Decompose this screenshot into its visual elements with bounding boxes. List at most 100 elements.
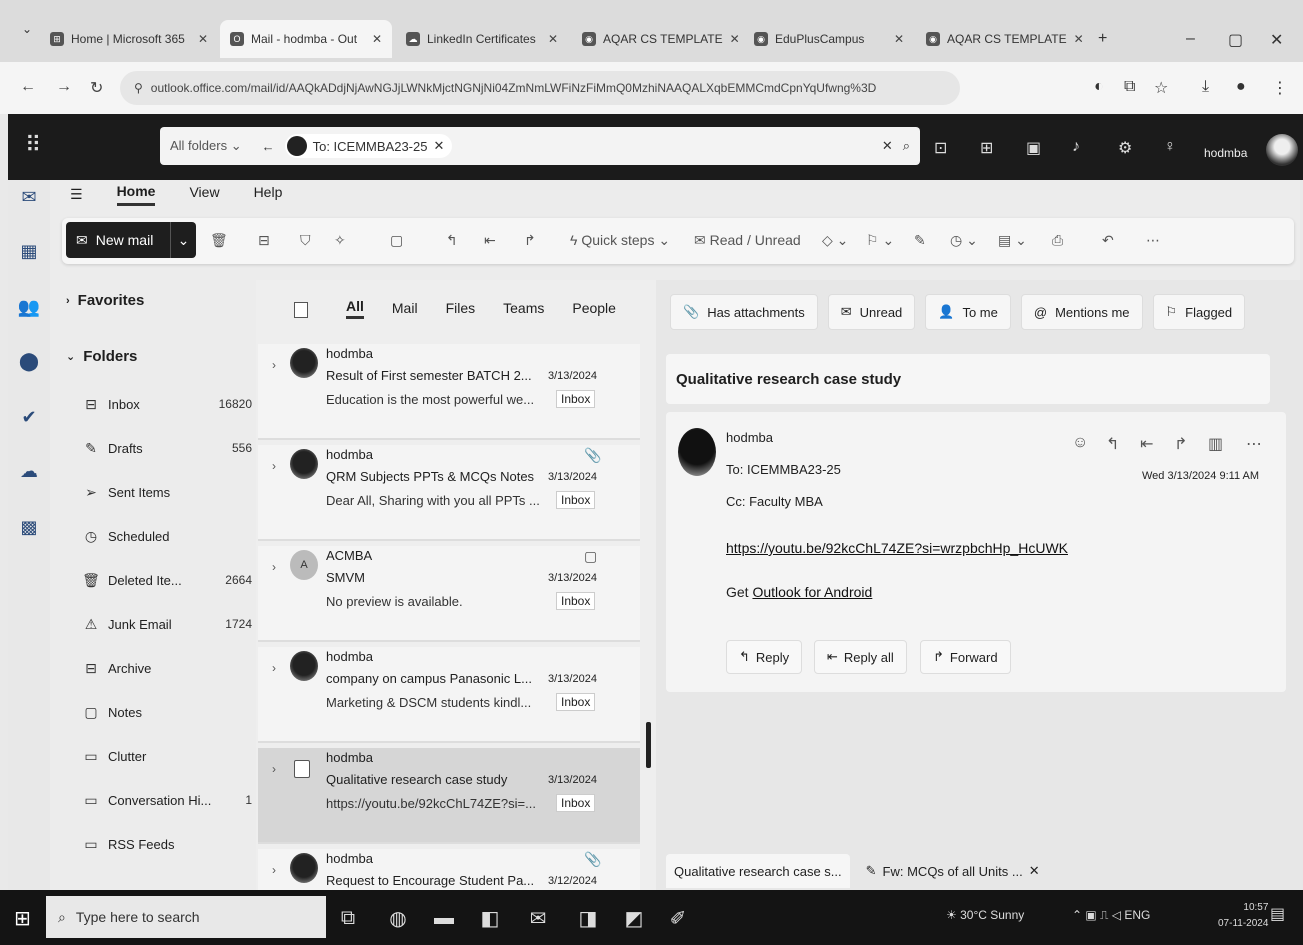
folder-drafts[interactable]: ✎ Drafts 556 [82,434,252,462]
onenote-app-icon[interactable]: ◨ [574,904,602,932]
folder-badge[interactable]: Inbox [556,794,596,812]
filter-mail[interactable]: Mail [392,300,418,316]
expand-thread-icon[interactable]: › [272,459,276,473]
message-row[interactable]: › hodmba QRM Subjects PPTs & MCQs Notes 3/1… [258,445,640,541]
profile-icon[interactable]: ● [1236,78,1246,96]
refresh-icon[interactable]: ↻ [90,78,103,98]
sender-avatar[interactable] [290,651,318,681]
chevron-down-icon[interactable]: ⌄ [170,222,196,258]
close-tab-icon[interactable]: ✕ [730,32,740,46]
folder-deleted-ite[interactable]: 🗑 Deleted Ite... 2664 [82,566,252,594]
read-unread-button[interactable]: ✉ Read / Unread [694,232,801,249]
people-app-icon[interactable]: 👥 [18,296,40,318]
close-tab-icon[interactable]: ✕ [548,32,558,46]
notifications-icon[interactable]: ♪ [1072,138,1080,156]
folder-conversation-hi[interactable]: ▭ Conversation Hi... 1 [82,786,252,814]
tab-search-icon[interactable]: ⌄ [22,22,32,36]
sender-name[interactable]: hodmba [726,430,773,445]
move-icon[interactable]: ▢ [390,232,403,249]
settings-gear-icon[interactable]: ⚙ [1118,138,1132,158]
calendar-icon[interactable]: ▣ [1026,138,1041,158]
folder-junk-email[interactable]: ⚠ Junk Email 1724 [82,610,252,638]
search-back-icon[interactable]: ← [262,139,275,154]
new-mail-button[interactable]: ✉ New mail ⌄ [66,222,196,258]
browser-tab-aqar-2[interactable]: ◉ AQAR CS TEMPLATE ✕ [916,20,1088,58]
word-app-icon[interactable]: ◧ [476,904,504,932]
quick-filter-flagged[interactable]: ⚐ Flagged [1152,294,1246,330]
message-row[interactable]: › hodmba Result of First semester BATCH 2.… [258,344,640,440]
download-icon[interactable]: ⤓ [1202,78,1209,96]
meet-now-icon[interactable]: ⊡ [934,138,947,158]
close-tab-icon[interactable]: ✕ [894,32,904,46]
app-launcher-icon[interactable]: ⠿ [18,130,48,160]
quick-steps-button[interactable]: ϟ Quick steps ⌄ [570,232,670,249]
tab-view[interactable]: View [189,184,219,204]
tab-home[interactable]: Home [116,183,156,206]
teams-share-icon[interactable]: ▥ [1208,434,1223,454]
message-row[interactable]: › hodmba company on campus Panasonic L... 3… [258,647,640,743]
sender-avatar[interactable] [290,853,318,883]
filter-all[interactable]: All [346,298,364,319]
more-options-icon[interactable]: ⋯ [1146,232,1160,249]
outlook-android-link[interactable]: Outlook for Android [752,584,872,600]
quick-filter-unread[interactable]: ✉ Unread [827,294,916,330]
tag-icon[interactable]: ◇ ⌄ [822,232,848,249]
tips-lightbulb-icon[interactable]: ♀ [1164,138,1176,156]
browser-tab-home[interactable]: ⊞ Home | Microsoft 365 ✕ [40,20,218,58]
back-icon[interactable]: ← [20,78,36,96]
clear-search-icon[interactable]: ✕ [882,138,893,154]
browser-tab-aqar-1[interactable]: ◉ AQAR CS TEMPLATE ✕ [572,20,742,58]
minimize-icon[interactable]: – [1186,30,1195,48]
browser-tab-mail[interactable]: O Mail - hodmba - Out ✕ [220,20,392,58]
weather-widget[interactable]: ☀ 30°C Sunny [946,908,1024,922]
mail-app-icon[interactable]: ✉ [18,186,40,208]
sender-avatar[interactable] [290,449,318,479]
maximize-icon[interactable]: ▢ [1228,30,1243,50]
taskbar-search-input[interactable]: ⌕ Type here to search [46,896,326,938]
sweep-icon[interactable]: ✧ [334,232,346,249]
url-input[interactable]: ⚲ outlook.office.com/mail/id/AAQkADdjNjA… [120,71,960,105]
browser-tab-linkedin[interactable]: ☁ LinkedIn Certificates ✕ [396,20,568,58]
sender-avatar[interactable] [290,348,318,378]
folder-badge[interactable]: Inbox [556,390,596,408]
filter-files[interactable]: Files [446,300,476,316]
emoji-icon[interactable]: ☺ [1072,434,1088,452]
folder-notes[interactable]: ▢ Notes [82,698,252,726]
site-info-icon[interactable]: ⚲ [134,81,143,95]
close-window-icon[interactable]: ✕ [1270,30,1283,50]
expand-thread-icon[interactable]: › [272,863,276,877]
hamburger-icon[interactable]: ☰ [70,186,83,203]
close-icon[interactable]: ✕ [1029,863,1040,879]
close-tab-icon[interactable]: ✕ [372,32,382,46]
select-checkbox[interactable] [294,760,310,778]
search-chip[interactable]: To: ICEMMBA23-25 ✕ [284,134,453,158]
message-row[interactable]: › hodmba Qualitative research case study 3/… [258,748,640,844]
folder-badge[interactable]: Inbox [556,592,596,610]
sender-avatar[interactable]: A [290,550,318,580]
close-tab-icon[interactable]: ✕ [198,32,208,46]
apps-grid-icon[interactable]: ▩ [18,516,40,538]
folder-badge[interactable]: Inbox [556,693,596,711]
list-scrollbar[interactable] [646,722,651,768]
system-tray-icons[interactable]: ⌃ ▣ ⎍ ◁ ENG [1072,908,1150,923]
folder-scheduled[interactable]: ◷ Scheduled [82,522,252,550]
close-tab-icon[interactable]: ✕ [1074,32,1084,46]
menu-icon[interactable]: ⋮ [1272,78,1288,98]
task-view-icon[interactable]: ⧉ [334,904,362,932]
teams-icon[interactable]: ⊞ [980,138,993,158]
recipient-to[interactable]: To: ICEMMBA23-25 [726,462,841,477]
remove-chip-icon[interactable]: ✕ [433,138,444,154]
pen-app-icon[interactable]: ✐ [664,904,692,932]
snooze-icon[interactable]: ◷ ⌄ [950,232,978,249]
archive-icon[interactable]: ⊟ [258,232,270,249]
folder-badge[interactable]: Inbox [556,491,596,509]
expand-thread-icon[interactable]: › [272,358,276,372]
system-clock[interactable]: 10:57 07-11-2024 [1218,900,1268,932]
share-icon[interactable]: ⧉ [1124,78,1135,96]
onedrive-app-icon[interactable]: ☁ [18,460,40,482]
reply-icon[interactable]: ↰ [1106,434,1119,454]
search-icon[interactable]: ⌕ [903,138,910,154]
report-icon[interactable]: ⛉ [300,232,311,249]
browser-tab-eduplus[interactable]: ◉ EduPlusCampus ✕ [744,20,914,58]
folder-sent-items[interactable]: ➢ Sent Items [82,478,252,506]
